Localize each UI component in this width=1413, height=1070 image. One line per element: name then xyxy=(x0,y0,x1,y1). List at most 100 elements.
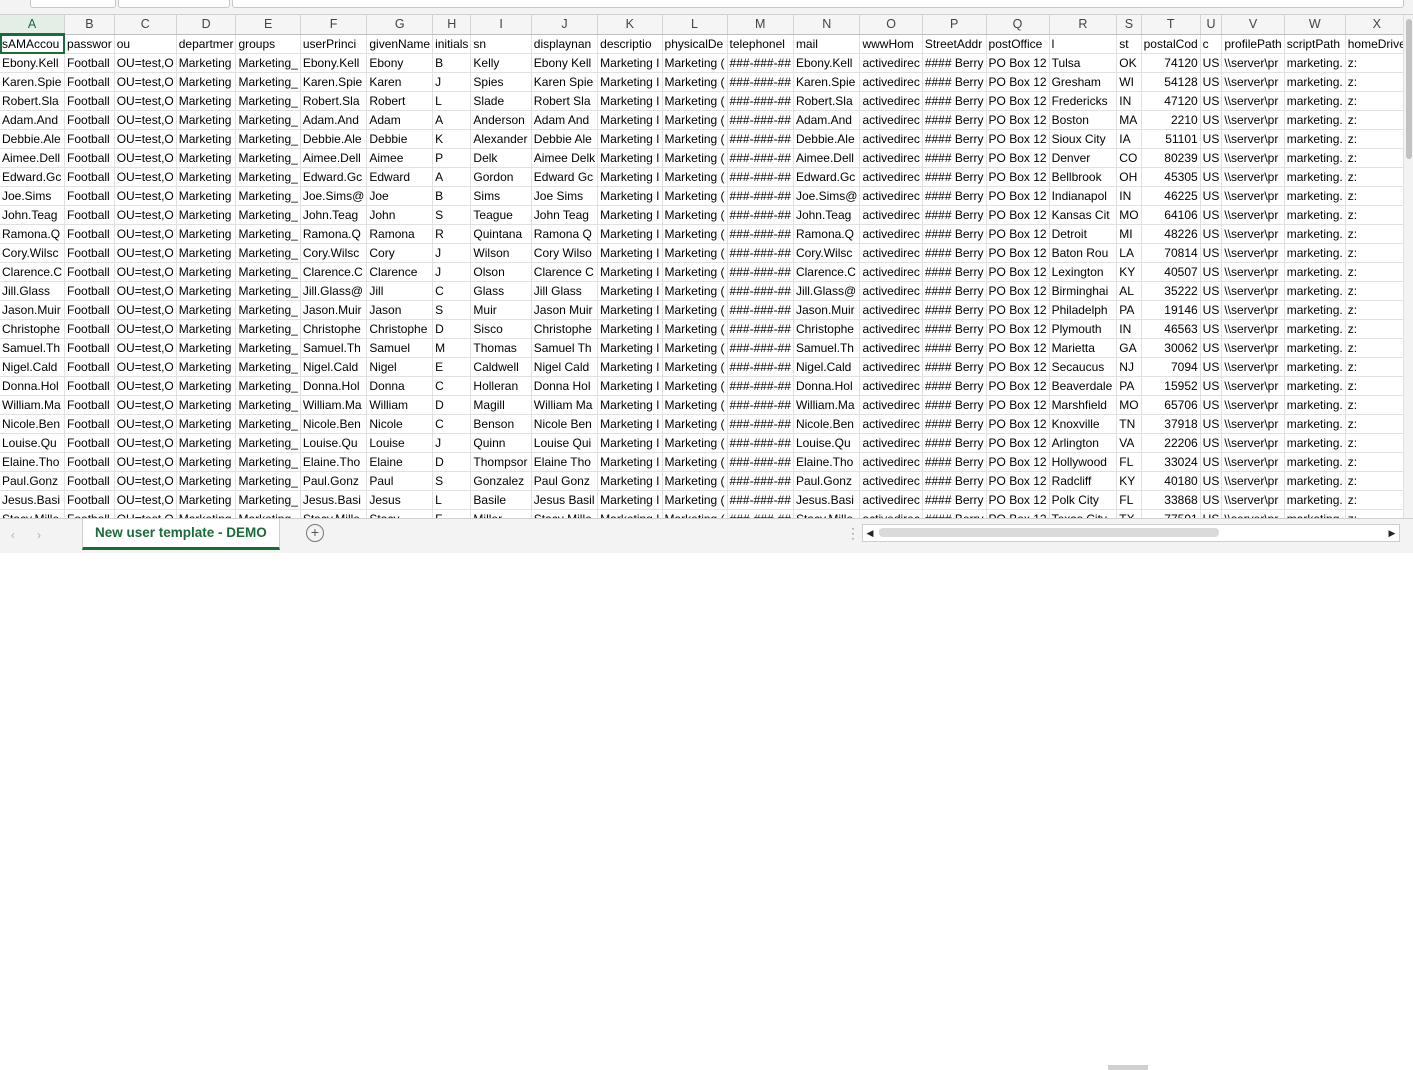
header-cell[interactable]: givenName xyxy=(366,34,434,54)
cell[interactable]: Football xyxy=(64,376,115,396)
column-header-p[interactable]: P xyxy=(922,15,987,35)
cell[interactable]: VA xyxy=(1116,433,1142,453)
cell[interactable]: Marketing I xyxy=(597,148,663,168)
cell[interactable]: Elaine.Tho xyxy=(793,452,861,472)
cell[interactable]: OU=test,O xyxy=(114,471,177,491)
cell[interactable]: Marketing xyxy=(176,243,237,263)
cell[interactable]: Marketing I xyxy=(597,91,663,111)
cell[interactable]: Marketing xyxy=(176,357,237,377)
cell[interactable]: marketing. xyxy=(1284,300,1346,320)
cell[interactable]: Robert.Sla xyxy=(793,91,861,111)
cell[interactable]: #### Berry xyxy=(922,167,987,187)
cell[interactable]: Marketing_ xyxy=(235,72,301,92)
cell[interactable]: marketing. xyxy=(1284,186,1346,206)
cell[interactable]: Marketing xyxy=(176,167,237,187)
cell[interactable]: z: xyxy=(1345,148,1403,168)
formula-controls[interactable] xyxy=(118,0,230,8)
cell[interactable]: Ebony xyxy=(366,53,434,73)
cell[interactable]: OU=test,O xyxy=(114,357,177,377)
cell[interactable]: Polk City xyxy=(1049,490,1118,510)
cell[interactable]: US xyxy=(1200,72,1223,92)
cell[interactable]: Robert.Sla xyxy=(0,91,66,111)
cell[interactable]: Marketing xyxy=(176,72,237,92)
cell[interactable]: Louise.Qu xyxy=(300,433,368,453)
column-header-j[interactable]: J xyxy=(531,15,599,35)
cell[interactable]: Marketing xyxy=(176,414,237,434)
cell[interactable]: Magill xyxy=(470,395,532,415)
cell[interactable]: 35222 xyxy=(1141,281,1201,301)
cell[interactable]: J xyxy=(432,72,472,92)
cell[interactable]: J xyxy=(432,262,472,282)
header-cell[interactable]: physicalDe xyxy=(662,34,728,54)
cell[interactable]: GA xyxy=(1116,338,1142,358)
cell[interactable]: US xyxy=(1200,224,1223,244)
header-cell[interactable]: sAMAccou xyxy=(0,34,66,54)
cell[interactable]: Miller xyxy=(470,509,532,518)
cell[interactable]: Aimee xyxy=(366,148,434,168)
cell[interactable]: Ramona.Q xyxy=(0,224,66,244)
cell[interactable]: Adam.And xyxy=(300,110,368,130)
cell[interactable]: OK xyxy=(1116,53,1142,73)
cell[interactable]: 64106 xyxy=(1141,205,1201,225)
cell[interactable]: Bellbrook xyxy=(1049,167,1118,187)
cell[interactable]: marketing. xyxy=(1284,281,1346,301)
cell[interactable]: Marketing ( xyxy=(662,243,728,263)
cell[interactable]: OU=test,O xyxy=(114,490,177,510)
cell[interactable]: F xyxy=(432,509,472,518)
cell[interactable]: Marketing_ xyxy=(235,452,301,472)
cell[interactable]: PO Box 12 xyxy=(986,186,1050,206)
cell[interactable]: z: xyxy=(1345,129,1403,149)
cell[interactable]: NJ xyxy=(1116,357,1142,377)
cell[interactable]: OU=test,O xyxy=(114,414,177,434)
cell[interactable]: PO Box 12 xyxy=(986,205,1050,225)
vertical-scrollbar[interactable] xyxy=(1403,15,1413,518)
header-cell[interactable]: homeDrive xyxy=(1345,34,1403,54)
cell[interactable]: Lexington xyxy=(1049,262,1118,282)
cell[interactable]: US xyxy=(1200,129,1223,149)
header-cell[interactable]: profilePath xyxy=(1221,34,1285,54)
cell[interactable]: z: xyxy=(1345,319,1403,339)
cell[interactable]: Marketing xyxy=(176,110,237,130)
header-cell[interactable]: mail xyxy=(793,34,861,54)
cell[interactable]: Donna.Hol xyxy=(0,376,66,396)
cell[interactable]: Marketing I xyxy=(597,376,663,396)
cell[interactable]: Donna.Hol xyxy=(793,376,861,396)
cell[interactable]: Debbie.Ale xyxy=(300,129,368,149)
column-header-k[interactable]: K xyxy=(597,15,663,35)
cell[interactable]: E xyxy=(432,357,472,377)
prev-sheet-icon[interactable]: ‹ xyxy=(4,525,22,545)
cell[interactable]: Marketing xyxy=(176,452,237,472)
cell[interactable]: Robert Sla xyxy=(531,91,599,111)
name-box[interactable] xyxy=(30,0,116,8)
cell[interactable]: Jill.Glass@ xyxy=(793,281,861,301)
cell[interactable]: Marketing_ xyxy=(235,186,301,206)
cell[interactable]: IN xyxy=(1116,319,1142,339)
cell[interactable]: activedirec xyxy=(859,72,923,92)
header-cell[interactable]: groups xyxy=(235,34,301,54)
cell[interactable]: marketing. xyxy=(1284,490,1346,510)
cell[interactable]: Aimee.Dell xyxy=(300,148,368,168)
cell[interactable]: US xyxy=(1200,319,1223,339)
cell[interactable]: Elaine xyxy=(366,452,434,472)
header-cell[interactable]: userPrinci xyxy=(300,34,368,54)
cell[interactable]: marketing. xyxy=(1284,262,1346,282)
cell[interactable]: CO xyxy=(1116,148,1142,168)
cell[interactable]: ###-###-## xyxy=(727,338,794,358)
cell[interactable]: Cory xyxy=(366,243,434,263)
cell[interactable]: Football xyxy=(64,357,115,377)
cell[interactable]: #### Berry xyxy=(922,281,987,301)
cell[interactable]: #### Berry xyxy=(922,319,987,339)
cell[interactable]: OU=test,O xyxy=(114,53,177,73)
column-header-a[interactable]: A xyxy=(0,15,66,35)
cell[interactable]: \\server\pr xyxy=(1221,357,1285,377)
cell[interactable]: Elaine Tho xyxy=(531,452,599,472)
cell[interactable]: 48226 xyxy=(1141,224,1201,244)
cell[interactable]: Benson xyxy=(470,414,532,434)
cell[interactable]: US xyxy=(1200,338,1223,358)
cell[interactable]: activedirec xyxy=(859,129,923,149)
cell[interactable]: marketing. xyxy=(1284,53,1346,73)
cell[interactable]: US xyxy=(1200,357,1223,377)
cell[interactable]: Samuel Th xyxy=(531,338,599,358)
cell[interactable]: John Teag xyxy=(531,205,599,225)
cell[interactable]: Marketing_ xyxy=(235,376,301,396)
